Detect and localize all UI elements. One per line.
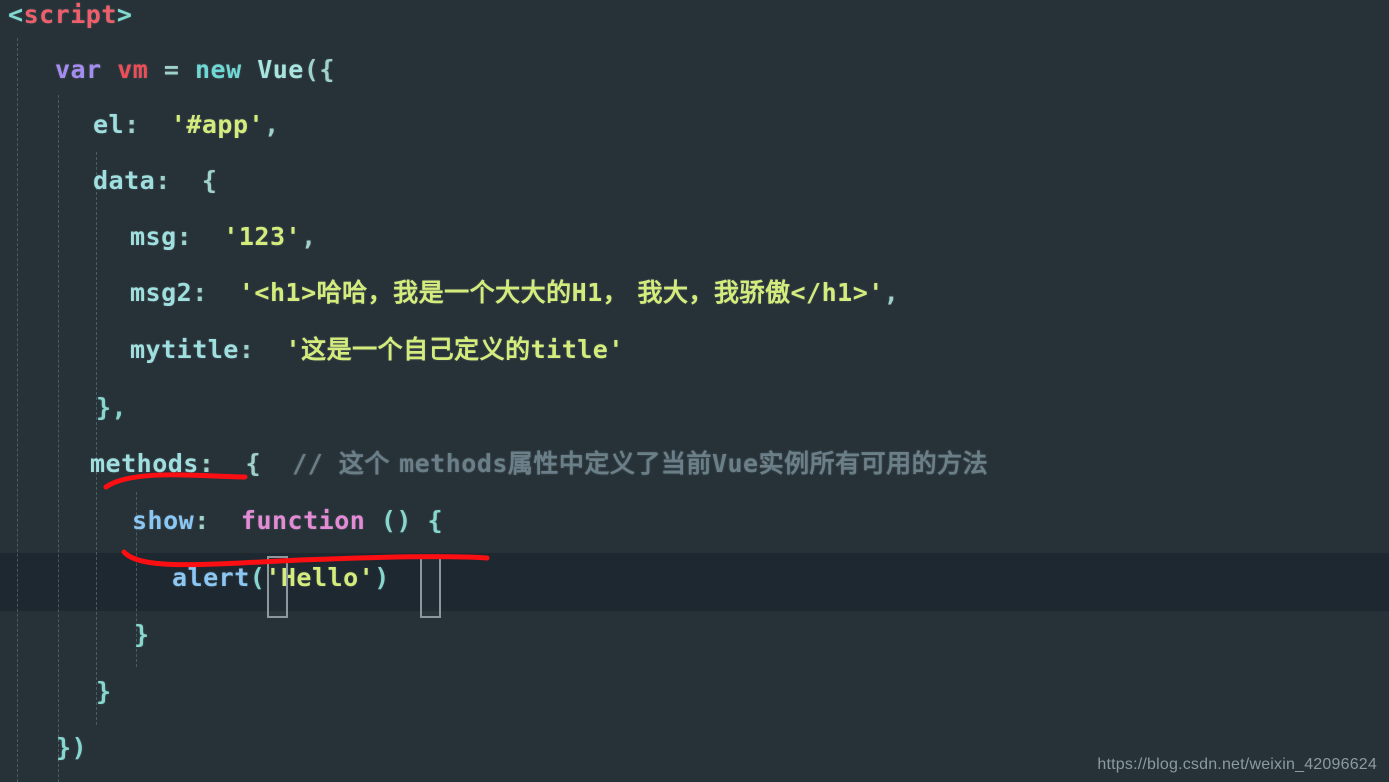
line-msg-token-2: '123' — [223, 222, 302, 251]
code-screenshot: <script> var vm = new Vue({el: '#app', dat… — [0, 0, 1389, 782]
line-el-token-3: '#app' — [170, 110, 265, 139]
line-el-token-2 — [155, 110, 171, 139]
line-data-open-token-1: : { — [155, 166, 218, 195]
line-data-close[interactable]: }, — [96, 395, 127, 420]
line-data-open-token-0: data — [93, 166, 156, 195]
line-script-open-token-2: > — [116, 0, 133, 29]
line-alert-token-3: ) — [374, 563, 390, 592]
line-methods-token-7: 实例所有可用的方法 — [758, 449, 989, 478]
line-mytitle-token-1: : — [238, 335, 286, 364]
line-msg2[interactable]: msg2: '<h1>哈哈，我是一个大大的H1， 我大，我骄傲</h1>', — [130, 280, 899, 305]
line-methods-close-token-0: } — [96, 677, 112, 706]
line-msg[interactable]: msg: '123', — [130, 224, 317, 249]
line-var-vm-token-3: = — [148, 55, 195, 84]
line-mytitle-token-2: ' — [285, 335, 302, 364]
line-var-vm-token-1 — [102, 55, 118, 84]
open-paren-match — [267, 556, 288, 618]
line-methods[interactable]: methods: { // 这个 methods属性中定义了当前Vue实例所有可… — [90, 451, 988, 476]
line-script-open[interactable]: <script> — [8, 2, 132, 27]
line-show-token-3: function — [240, 506, 366, 535]
line-methods-token-2: // — [276, 449, 339, 478]
line-methods-token-0: methods — [90, 449, 199, 478]
line-el-token-0: el — [93, 110, 125, 139]
line-var-vm-token-6: Vue — [257, 55, 304, 84]
close-paren-match — [420, 556, 441, 618]
line-show-token-0: show — [132, 506, 195, 535]
line-msg2-token-1: : — [192, 278, 239, 307]
line-msg-token-1: : — [176, 222, 224, 251]
watermark-url: https://blog.csdn.net/weixin_42096624 — [1097, 756, 1377, 773]
line-msg-token-3: , — [301, 222, 317, 251]
line-var-vm-token-4: new — [194, 55, 242, 84]
line-el-token-4: , — [264, 110, 280, 139]
line-var-vm-token-5 — [242, 55, 258, 84]
line-var-vm-token-7: ({ — [303, 55, 335, 84]
line-show-token-2 — [225, 506, 241, 535]
line-methods-token-3: 这个 — [338, 449, 400, 478]
line-vue-close-token-0: }) — [56, 733, 88, 762]
line-script-open-token-1: script — [23, 0, 117, 29]
line-show-close-token-0: } — [134, 620, 150, 649]
line-msg2-token-7: , — [883, 278, 900, 307]
line-msg2-token-3: 哈哈，我是一个大大的 — [316, 278, 572, 307]
line-script-open-token-0: < — [8, 0, 24, 29]
line-msg2-token-5: ， 我大，我骄傲 — [602, 278, 791, 307]
line-msg2-token-2: '<h1> — [238, 278, 317, 307]
line-show-token-1: : — [194, 506, 226, 535]
line-mytitle-token-0: mytitle — [130, 335, 239, 364]
line-methods-token-5: 属性中定义了当前 — [507, 449, 712, 478]
line-mytitle[interactable]: mytitle: '这是一个自己定义的title' — [130, 337, 624, 362]
line-msg2-token-4: H1 — [571, 278, 603, 307]
line-el[interactable]: el: '#app', — [93, 112, 280, 137]
line-var-vm-token-0: var — [55, 55, 102, 84]
code-editor-content[interactable]: <script> var vm = new Vue({el: '#app', dat… — [0, 0, 1389, 782]
line-show[interactable]: show: function () { — [132, 508, 443, 533]
line-msg-token-0: msg — [130, 222, 177, 251]
line-show-close[interactable]: } — [134, 622, 150, 647]
line-show-token-4: () { — [365, 506, 444, 535]
line-data-close-token-0: }, — [96, 393, 128, 422]
line-msg2-token-0: msg2 — [130, 278, 193, 307]
line-el-token-1: : — [124, 110, 156, 139]
line-alert-token-1: ( — [249, 563, 266, 592]
line-mytitle-token-3: 这是一个自己定义的 — [301, 335, 531, 364]
line-data-open[interactable]: data: { — [93, 168, 217, 193]
line-var-vm[interactable]: var vm = new Vue({ — [55, 57, 335, 82]
line-methods-token-4: methods — [399, 449, 508, 478]
line-methods-token-1: : { — [198, 449, 277, 478]
line-var-vm-token-2: vm — [117, 55, 149, 84]
line-msg2-token-6: </h1>' — [790, 278, 884, 307]
line-vue-close[interactable]: }) — [56, 735, 87, 760]
line-methods-token-6: Vue — [711, 449, 759, 478]
line-mytitle-token-4: title' — [530, 335, 624, 364]
line-methods-close[interactable]: } — [96, 679, 112, 704]
line-alert-token-0: alert — [172, 563, 250, 592]
